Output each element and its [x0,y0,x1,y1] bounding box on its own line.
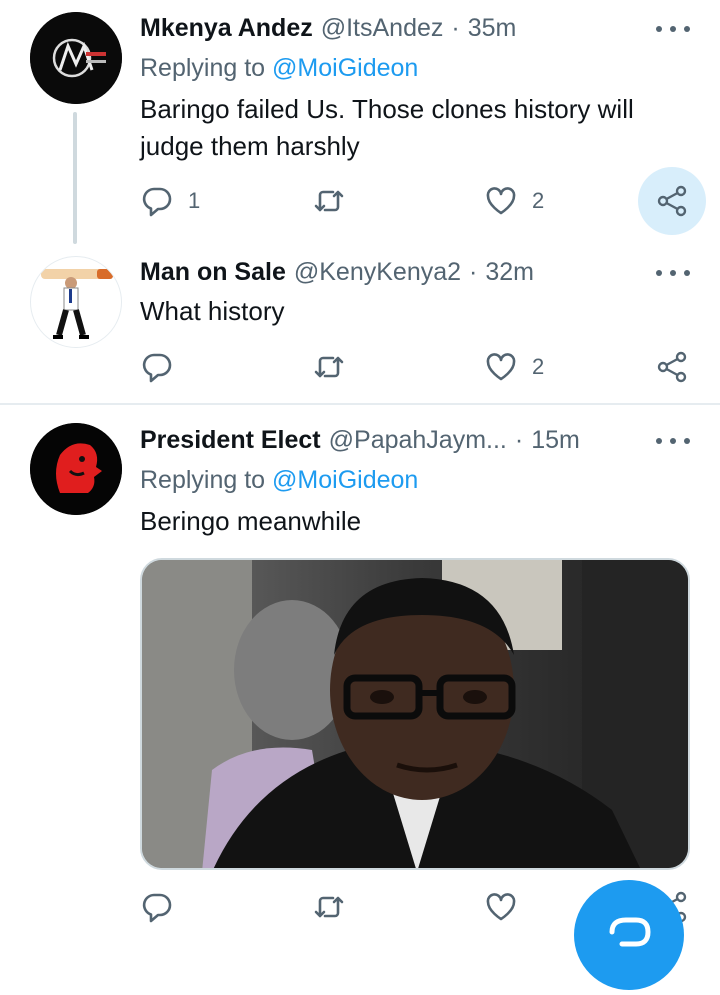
share-button[interactable] [655,350,689,384]
avatar-president-elect[interactable] [30,423,122,515]
compose-icon [609,917,651,947]
reply-icon [142,893,172,923]
tweet-text: What history [140,296,285,326]
retweet-icon [314,190,344,212]
avatar-man-on-sale[interactable] [30,256,122,348]
avatar-red-head-icon [30,423,122,515]
replying-to: Replying to @MoiGideon [140,466,418,495]
tweet-text: Beringo meanwhile [140,506,362,536]
photo-image [142,560,688,868]
reply-icon [142,353,172,383]
tweet-text: Baringo failed Us. Those clones history … [140,94,634,161]
avatar-logo-icon [30,12,122,104]
separator-dot: · [451,13,460,42]
reply-button[interactable] [140,890,174,924]
author-handle[interactable]: @KenyKenya2 [294,258,461,287]
more-icon[interactable] [656,266,690,280]
like-button[interactable] [484,890,518,924]
like-button[interactable]: 2 [484,184,544,218]
retweet-icon [314,356,344,378]
reply-button[interactable]: 1 [140,184,200,218]
tweet-divider [0,403,720,405]
separator-dot: · [514,425,524,454]
author-handle[interactable]: @PapahJaym... [329,426,507,455]
like-icon [486,353,516,381]
author-handle[interactable]: @ItsAndez [321,14,444,43]
share-button-highlight[interactable] [638,167,706,235]
thread-line [73,112,77,244]
replying-to: Replying to @MoiGideon [140,54,418,83]
share-icon [657,351,687,383]
like-icon [486,187,516,215]
timestamp[interactable]: 15m [531,426,580,455]
avatar-figure-icon [41,269,113,339]
like-button[interactable]: 2 [484,350,544,384]
retweet-button[interactable] [312,890,346,924]
retweet-button[interactable] [312,350,346,384]
like-count: 2 [532,354,545,379]
compose-button[interactable] [574,880,684,990]
tweet-photo[interactable] [140,558,690,870]
separator-dot: · [469,257,478,286]
retweet-button[interactable] [312,184,346,218]
timestamp[interactable]: 32m [485,258,534,287]
reply-icon [142,187,172,217]
author-name[interactable]: Mkenya Andez [140,14,313,43]
replying-to-label: Replying to [140,466,266,494]
more-icon[interactable] [656,22,690,36]
like-icon [486,893,516,921]
reply-count: 1 [188,188,201,213]
timestamp[interactable]: 35m [468,14,517,43]
like-count: 2 [532,188,545,213]
author-name[interactable]: President Elect [140,426,321,455]
replying-to-mention[interactable]: @MoiGideon [272,54,418,82]
retweet-icon [314,896,344,918]
avatar-mkenya-andez[interactable] [30,12,122,104]
replying-to-mention[interactable]: @MoiGideon [272,466,418,494]
share-icon [657,185,687,217]
author-name[interactable]: Man on Sale [140,258,286,287]
more-icon[interactable] [656,434,690,448]
reply-button[interactable] [140,350,174,384]
replying-to-label: Replying to [140,54,266,82]
